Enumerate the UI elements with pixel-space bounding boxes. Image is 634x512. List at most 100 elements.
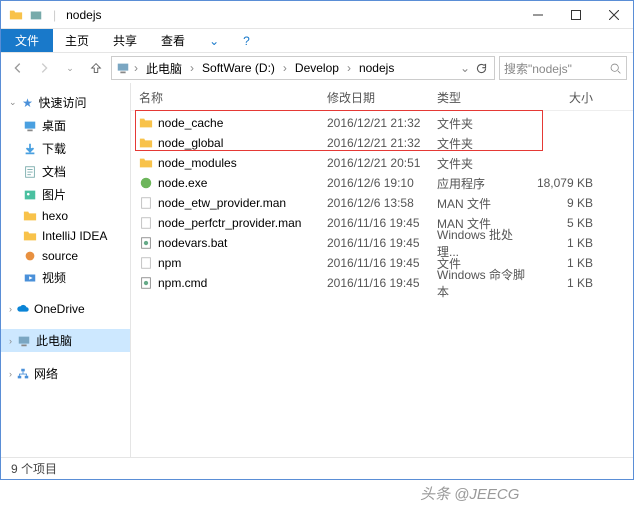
navbar: ⌄ › 此电脑 › SoftWare (D:) › Develop › node…: [1, 53, 633, 83]
file-icon: [139, 256, 153, 270]
file-row[interactable]: nodevars.bat2016/11/16 19:45Windows 批处理.…: [135, 233, 629, 253]
file-name: node_perfctr_provider.man: [158, 216, 301, 230]
file-type: 文件夹: [437, 115, 533, 132]
watermark: 头条 @JEECG: [420, 483, 519, 504]
col-date[interactable]: 修改日期: [327, 89, 437, 106]
menu-view[interactable]: 查看: [149, 29, 197, 52]
exe-icon: [139, 176, 153, 190]
up-button[interactable]: [85, 56, 107, 80]
file-size: 5 KB: [533, 216, 603, 230]
col-name[interactable]: 名称: [139, 89, 327, 106]
folder-icon: [139, 156, 153, 170]
col-size[interactable]: 大小: [533, 89, 603, 106]
search-placeholder: 搜索"nodejs": [504, 60, 572, 77]
crumb-3[interactable]: nodejs: [355, 60, 398, 76]
file-date: 2016/11/16 19:45: [327, 276, 437, 290]
crumb-1[interactable]: SoftWare (D:): [198, 60, 279, 76]
folder-icon: [23, 209, 37, 223]
sidebar-item-视频[interactable]: 视频: [1, 266, 130, 289]
sidebar-quick-access[interactable]: ⌄ ★ 快速访问: [1, 91, 130, 114]
col-type[interactable]: 类型: [437, 89, 533, 106]
video-icon: [23, 271, 37, 285]
back-button[interactable]: [7, 56, 29, 80]
sidebar-item-图片[interactable]: 图片: [1, 183, 130, 206]
file-date: 2016/12/21 21:32: [327, 136, 437, 150]
file-row[interactable]: npm.cmd2016/11/16 19:45Windows 命令脚本1 KB: [135, 273, 629, 293]
file-type: Windows 命令脚本: [437, 266, 533, 300]
menu-home[interactable]: 主页: [53, 29, 101, 52]
column-headers[interactable]: 名称 修改日期 类型 大小: [131, 83, 633, 111]
sidebar-network[interactable]: › 网络: [1, 362, 130, 385]
file-date: 2016/11/16 19:45: [327, 256, 437, 270]
cloud-icon: [16, 302, 30, 316]
file-name: nodevars.bat: [158, 236, 227, 250]
desktop-icon: [23, 119, 37, 133]
file-date: 2016/12/21 20:51: [327, 156, 437, 170]
chevron-down-icon[interactable]: ⌄: [458, 61, 472, 75]
file-name: npm: [158, 256, 181, 270]
file-type: MAN 文件: [437, 195, 533, 212]
file-name: node_global: [158, 136, 223, 150]
chevron-right-icon[interactable]: ›: [132, 61, 140, 75]
folder-icon: [23, 229, 37, 243]
file-size: 1 KB: [533, 236, 603, 250]
sidebar-item-桌面[interactable]: 桌面: [1, 114, 130, 137]
search-input[interactable]: 搜索"nodejs": [499, 56, 627, 80]
menu-share[interactable]: 共享: [101, 29, 149, 52]
star-icon: ★: [21, 96, 35, 110]
address-bar[interactable]: › 此电脑 › SoftWare (D:) › Develop › nodejs…: [111, 56, 495, 80]
crumb-2[interactable]: Develop: [291, 60, 343, 76]
file-date: 2016/12/21 21:32: [327, 116, 437, 130]
chevron-right-icon[interactable]: ›: [188, 61, 196, 75]
file-row[interactable]: node_etw_provider.man 2016/12/6 13:58MAN …: [135, 193, 629, 213]
history-button[interactable]: ⌄: [59, 56, 81, 80]
file-row[interactable]: node.exe2016/12/6 19:10应用程序18,079 KB: [135, 173, 629, 193]
chevron-right-icon[interactable]: ›: [345, 61, 353, 75]
maximize-button[interactable]: [557, 1, 595, 29]
qat-parent-icon[interactable]: [29, 8, 43, 22]
file-list: 名称 修改日期 类型 大小 node_cache 2016/12/21 21:32…: [131, 83, 633, 457]
ribbon-expand-icon[interactable]: ⌄: [197, 29, 231, 52]
refresh-icon[interactable]: [475, 62, 488, 75]
close-button[interactable]: [595, 1, 633, 29]
menu-file[interactable]: 文件: [1, 29, 53, 52]
file-name: node_etw_provider.man: [158, 196, 286, 210]
file-date: 2016/12/6 13:58: [327, 196, 437, 210]
file-icon: [139, 216, 153, 230]
file-row[interactable]: node_perfctr_provider.man 2016/11/16 19:4…: [135, 213, 629, 233]
chevron-down-icon: ⌄: [9, 97, 17, 108]
chevron-right-icon: ›: [9, 369, 12, 379]
system-icon: [139, 236, 153, 250]
file-row[interactable]: node_cache 2016/12/21 21:32文件夹: [135, 113, 629, 133]
folder-icon: [139, 116, 153, 130]
file-date: 2016/11/16 19:45: [327, 216, 437, 230]
file-type: 文件夹: [437, 155, 533, 172]
file-row[interactable]: npm2016/11/16 19:45文件1 KB: [135, 253, 629, 273]
file-size: 18,079 KB: [533, 176, 603, 190]
crumb-0[interactable]: 此电脑: [142, 59, 186, 78]
item-count: 9 个项目: [11, 460, 57, 477]
file-date: 2016/12/6 19:10: [327, 176, 437, 190]
sidebar-item-source[interactable]: source: [1, 246, 130, 266]
help-icon[interactable]: ?: [231, 29, 262, 52]
sidebar-item-hexo[interactable]: hexo: [1, 206, 130, 226]
file-name: npm.cmd: [158, 276, 207, 290]
chevron-right-icon: ›: [9, 304, 12, 314]
forward-button[interactable]: [33, 56, 55, 80]
chevron-right-icon[interactable]: ›: [281, 61, 289, 75]
minimize-button[interactable]: [519, 1, 557, 29]
pc-icon: [17, 334, 31, 348]
file-name: node_cache: [158, 116, 223, 130]
sidebar-item-文档[interactable]: 文档: [1, 160, 130, 183]
sidebar-this-pc[interactable]: › 此电脑: [1, 329, 130, 352]
sidebar: ⌄ ★ 快速访问 桌面下载文档图片hexoIntelliJ IDEAsource…: [1, 83, 131, 457]
sidebar-item-下载[interactable]: 下载: [1, 137, 130, 160]
file-row[interactable]: node_modules2016/12/21 20:51文件夹: [135, 153, 629, 173]
file-type: 应用程序: [437, 175, 533, 192]
document-icon: [23, 165, 37, 179]
sidebar-onedrive[interactable]: › OneDrive: [1, 299, 130, 319]
folder-icon: [139, 136, 153, 150]
sidebar-item-IntelliJ IDEA[interactable]: IntelliJ IDEA: [1, 226, 130, 246]
file-row[interactable]: node_global2016/12/21 21:32文件夹: [135, 133, 629, 153]
source-icon: [23, 249, 37, 263]
